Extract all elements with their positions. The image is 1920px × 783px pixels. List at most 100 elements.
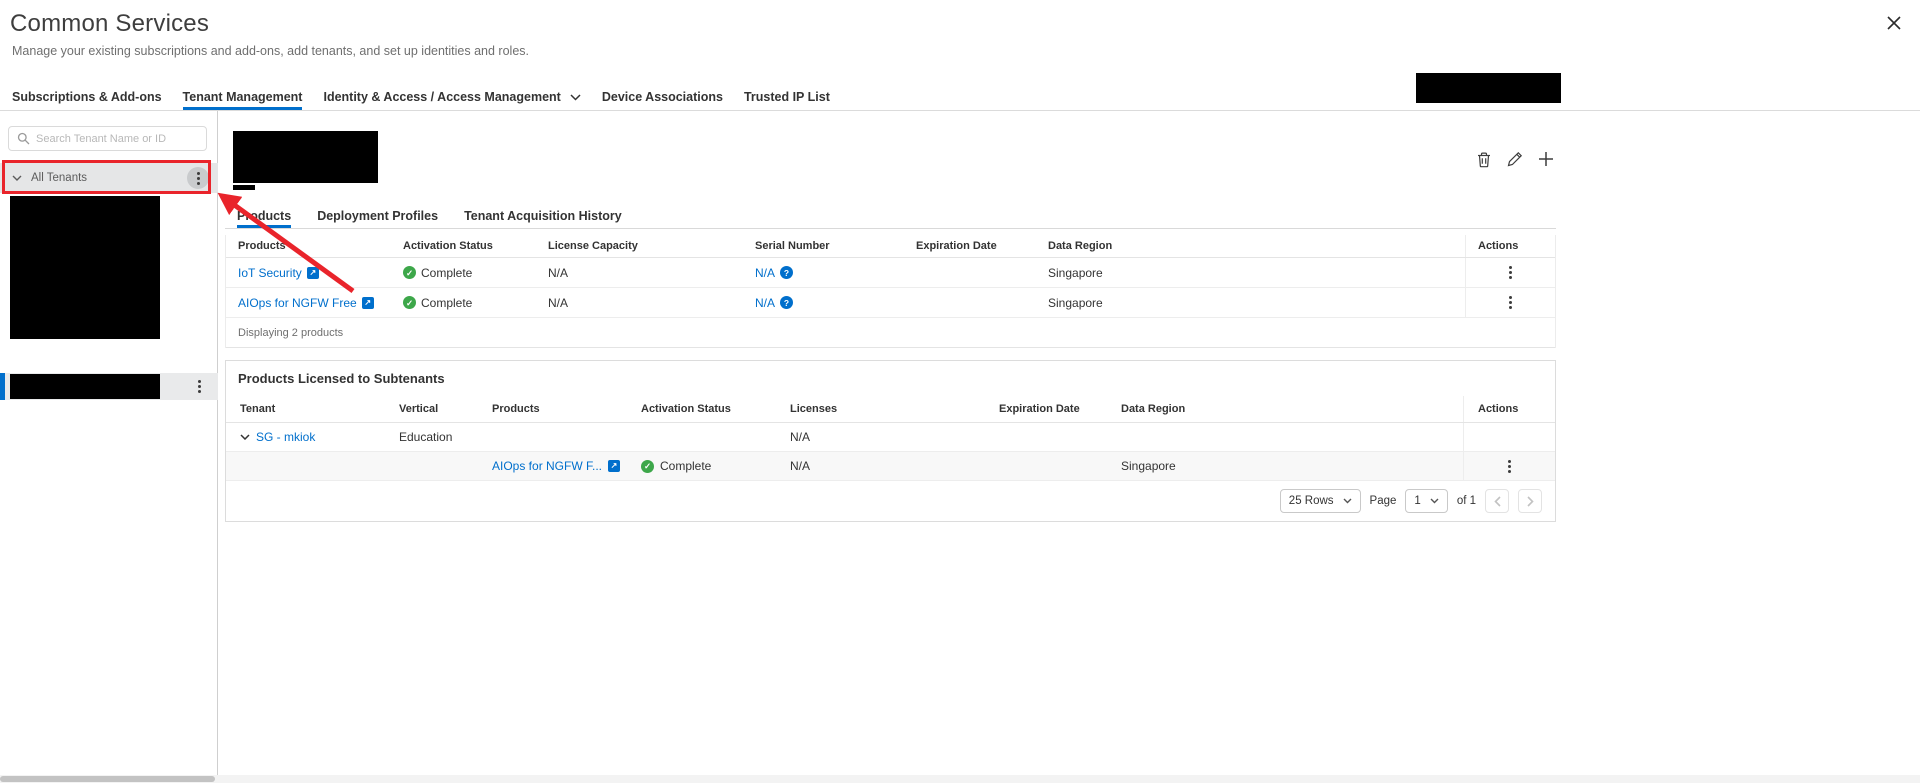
horizontal-scrollbar-thumb[interactable] xyxy=(0,776,215,782)
horizontal-scrollbar-track xyxy=(0,775,1920,783)
tab-label: Device Associations xyxy=(602,90,723,104)
trash-icon xyxy=(1476,151,1492,168)
redacted-tenant-list[interactable] xyxy=(10,196,160,339)
vertical-cell xyxy=(385,452,478,480)
products-table-footer: Displaying 2 products xyxy=(226,318,1555,348)
tab-label: Deployment Profiles xyxy=(317,209,438,223)
close-icon[interactable] xyxy=(1885,14,1903,32)
info-icon[interactable]: ? xyxy=(780,296,793,309)
product-link[interactable]: AIOps for NGFW F... xyxy=(492,459,602,473)
tab-label: Subscriptions & Add-ons xyxy=(12,90,162,104)
activation-status-cell xyxy=(627,423,776,451)
subtenants-section: Products Licensed to Subtenants Tenant V… xyxy=(225,360,1556,522)
table-row: SG - mkiok Education N/A xyxy=(226,423,1555,452)
external-link-icon[interactable]: ↗ xyxy=(307,267,319,279)
column-header-label: Actions xyxy=(1478,403,1518,415)
add-tenant-button[interactable] xyxy=(1536,149,1556,169)
sidebar-item-selected-tenant[interactable] xyxy=(0,373,218,400)
plus-icon xyxy=(1538,151,1554,167)
license-capacity: N/A xyxy=(548,296,568,310)
kebab-menu-icon xyxy=(197,172,200,185)
activation-status: Complete xyxy=(421,266,472,280)
next-page-button[interactable] xyxy=(1518,489,1542,513)
expiration-date xyxy=(904,258,1036,287)
all-tenants-label: All Tenants xyxy=(31,172,87,184)
products-cell xyxy=(478,423,627,451)
expiration-date xyxy=(904,288,1036,317)
sidebar-item-all-tenants[interactable]: All Tenants xyxy=(0,163,218,193)
subtenants-table-header: Tenant Vertical Products Activation Stat… xyxy=(226,396,1555,423)
licenses: N/A xyxy=(790,430,810,444)
page-total-label: of 1 xyxy=(1457,495,1476,507)
tenant-kebab-button[interactable] xyxy=(198,380,201,393)
column-header: License Capacity xyxy=(536,235,743,257)
column-header: Licenses xyxy=(776,396,985,422)
product-link[interactable]: AIOps for NGFW Free xyxy=(238,296,357,310)
redacted-tenant-subtext xyxy=(233,185,255,190)
serial-number: N/A xyxy=(755,296,775,310)
selected-indicator xyxy=(0,373,5,400)
chevron-left-icon xyxy=(1494,496,1501,507)
rows-per-page-select[interactable]: 25 Rows xyxy=(1280,489,1361,513)
row-actions-kebab[interactable] xyxy=(1508,460,1511,473)
tenant-cell xyxy=(226,452,385,480)
chevron-right-icon xyxy=(1527,496,1534,507)
page-select[interactable]: 1 xyxy=(1405,489,1447,513)
column-header: Tenant xyxy=(226,396,385,422)
external-link-icon[interactable]: ↗ xyxy=(362,297,374,309)
column-header-actions: Actions xyxy=(1465,235,1555,257)
data-region: Singapore xyxy=(1121,459,1176,473)
table-row: AIOps for NGFW F... ↗ ✓ Complete N/A Sin… xyxy=(226,452,1555,481)
edit-tenant-button[interactable] xyxy=(1505,149,1525,169)
product-link[interactable]: IoT Security xyxy=(238,266,302,280)
chevron-down-icon xyxy=(1430,498,1439,504)
vertical: Education xyxy=(399,430,452,444)
search-input[interactable] xyxy=(36,133,198,145)
column-header: Expiration Date xyxy=(985,396,1107,422)
expiration-date xyxy=(985,452,1107,480)
licenses: N/A xyxy=(790,459,810,473)
check-circle-icon: ✓ xyxy=(641,460,654,473)
info-icon[interactable]: ? xyxy=(780,266,793,279)
tab-label: Trusted IP List xyxy=(744,90,830,104)
expand-chevron-icon[interactable] xyxy=(240,434,250,440)
page-value: 1 xyxy=(1414,495,1420,507)
tab-tenant-management[interactable]: Tenant Management xyxy=(183,84,303,110)
tab-identity-access[interactable]: Identity & Access / Access Management xyxy=(323,84,580,110)
column-header: Activation Status xyxy=(627,396,776,422)
redacted-account-selector xyxy=(1416,73,1561,103)
all-tenants-kebab-button[interactable] xyxy=(187,167,209,189)
activation-status: Complete xyxy=(660,459,711,473)
search-icon xyxy=(17,132,30,145)
column-header-label: Actions xyxy=(1478,240,1518,252)
delete-tenant-button[interactable] xyxy=(1474,149,1494,169)
external-link-icon[interactable]: ↗ xyxy=(608,460,620,472)
chevron-down-icon xyxy=(1343,498,1352,504)
tab-trusted-ip-list[interactable]: Trusted IP List xyxy=(744,84,830,110)
row-actions-kebab[interactable] xyxy=(1509,296,1512,309)
chevron-down-icon[interactable] xyxy=(12,175,22,181)
tab-deployment-profiles[interactable]: Deployment Profiles xyxy=(317,203,438,228)
page-label: Page xyxy=(1370,495,1397,507)
main-content: Products Deployment Profiles Tenant Acqu… xyxy=(218,111,1920,783)
tab-tenant-acquisition-history[interactable]: Tenant Acquisition History xyxy=(464,203,622,228)
activation-status: Complete xyxy=(421,296,472,310)
column-header: Data Region xyxy=(1036,235,1465,257)
tab-device-associations[interactable]: Device Associations xyxy=(602,84,723,110)
pagination-bar: 25 Rows Page 1 of 1 xyxy=(226,481,1555,521)
tab-products[interactable]: Products xyxy=(237,203,291,228)
row-count-text: Displaying 2 products xyxy=(238,327,343,339)
previous-page-button[interactable] xyxy=(1485,489,1509,513)
check-circle-icon: ✓ xyxy=(403,266,416,279)
products-table: Products Activation Status License Capac… xyxy=(225,235,1556,348)
column-header: Data Region xyxy=(1107,396,1463,422)
tab-subscriptions-addons[interactable]: Subscriptions & Add-ons xyxy=(12,84,162,110)
tab-label: Products xyxy=(237,209,291,223)
rows-per-page-value: 25 Rows xyxy=(1289,495,1334,507)
row-actions-kebab[interactable] xyxy=(1509,266,1512,279)
redacted-tenant-title xyxy=(233,131,378,183)
data-region xyxy=(1107,423,1463,451)
subtenant-link[interactable]: SG - mkiok xyxy=(256,430,315,444)
expiration-date xyxy=(985,423,1107,451)
products-table-header: Products Activation Status License Capac… xyxy=(226,235,1555,258)
